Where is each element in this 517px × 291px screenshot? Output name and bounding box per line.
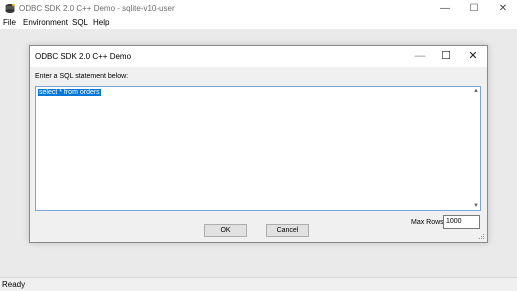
menu-bar: File Environment SQL Help xyxy=(0,17,517,29)
sql-statement-text: select * from orders xyxy=(38,89,101,96)
resize-grip-icon[interactable] xyxy=(479,234,485,240)
menu-help[interactable]: Help xyxy=(93,18,109,27)
app-titlebar: ODBC SDK 2.0 C++ Demo - sqlite-v10-user … xyxy=(0,0,517,17)
max-rows-input[interactable]: 1000 xyxy=(443,215,480,229)
scroll-down-arrow-icon[interactable]: ▼ xyxy=(473,203,479,209)
sql-dialog: ODBC SDK 2.0 C++ Demo — ☐ ✕ Enter a SQL … xyxy=(29,45,488,243)
status-bar: Ready xyxy=(0,277,517,291)
sql-vertical-scrollbar[interactable]: ▲ ▼ xyxy=(472,87,480,210)
dialog-maximize-button[interactable]: ☐ xyxy=(433,48,459,65)
status-text: Ready xyxy=(2,280,26,289)
odbc-app-icon xyxy=(5,3,15,13)
scroll-up-arrow-icon[interactable]: ▲ xyxy=(473,88,479,94)
cancel-button[interactable]: Cancel xyxy=(266,224,309,237)
menu-file[interactable]: File xyxy=(3,18,16,27)
dialog-titlebar: ODBC SDK 2.0 C++ Demo — ☐ ✕ xyxy=(30,46,487,67)
menu-environment[interactable]: Environment xyxy=(23,18,68,27)
ok-button[interactable]: OK xyxy=(204,224,247,237)
dialog-title: ODBC SDK 2.0 C++ Demo xyxy=(35,52,132,61)
close-button[interactable]: ✕ xyxy=(489,0,517,17)
sql-prompt-label: Enter a SQL statement below: xyxy=(35,73,129,80)
max-rows-label: Max Rows: xyxy=(411,219,446,226)
menu-sql[interactable]: SQL xyxy=(72,18,88,27)
app-title: ODBC SDK 2.0 C++ Demo - sqlite-v10-user xyxy=(19,4,175,13)
dialog-minimize-button[interactable]: — xyxy=(407,48,433,65)
sql-statement-textarea[interactable]: select * from orders ▲ ▼ xyxy=(35,86,481,211)
dialog-close-button[interactable]: ✕ xyxy=(460,48,486,65)
maximize-button[interactable]: ☐ xyxy=(460,0,488,17)
minimize-button[interactable]: — xyxy=(431,0,459,17)
